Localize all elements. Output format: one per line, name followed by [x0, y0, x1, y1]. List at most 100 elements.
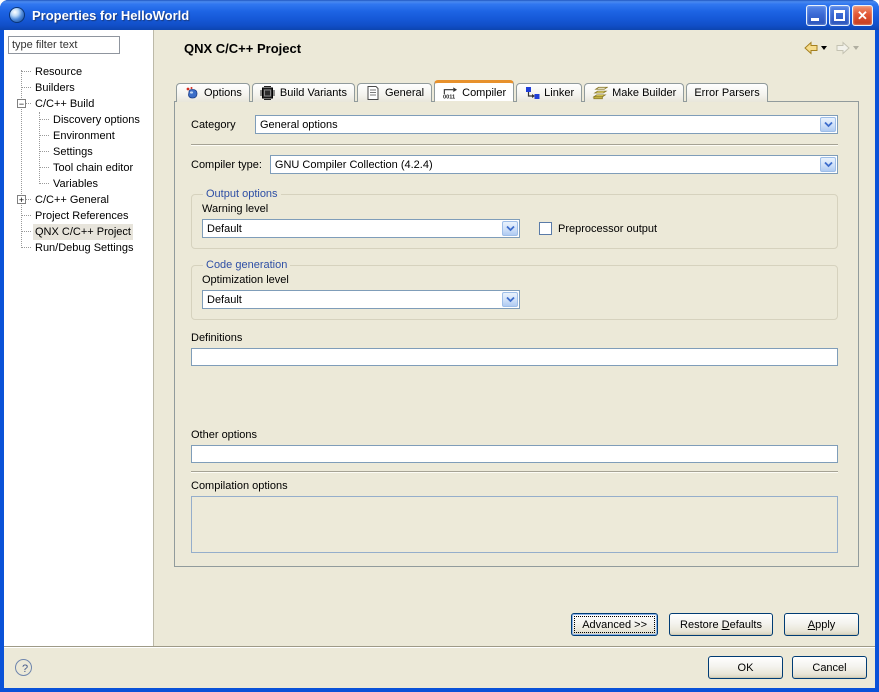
sidebar: Resource Builders C/C++ Build Discovery … [4, 30, 154, 646]
titlebar[interactable]: Properties for HelloWorld ✕ [0, 0, 879, 30]
forward-dropdown-icon[interactable] [853, 46, 859, 50]
tree-item-resource[interactable]: Resource [4, 64, 153, 80]
warning-level-select[interactable]: Default [202, 219, 520, 238]
advanced-button[interactable]: Advanced >> [571, 613, 658, 636]
tab-compiler[interactable]: 0011 Compiler [434, 80, 514, 102]
forward-arrow-icon [835, 40, 851, 56]
compiler-type-label: Compiler type: [191, 159, 262, 171]
tree-item-builders[interactable]: Builders [4, 80, 153, 96]
chip-icon [260, 86, 276, 100]
code-generation-group: Code generation Optimization level Defau… [191, 259, 838, 320]
tree-item-tool-chain-editor[interactable]: Tool chain editor [4, 160, 153, 176]
tab-general[interactable]: General [357, 83, 432, 102]
compiler-type-value: GNU Compiler Collection (4.2.4) [275, 159, 433, 171]
spacer [191, 366, 838, 429]
compiler-tab-panel: Category General options Compiler type: … [174, 101, 859, 567]
compiler-type-select[interactable]: GNU Compiler Collection (4.2.4) [270, 155, 838, 174]
tab-label: Options [204, 87, 242, 99]
maximize-button[interactable] [829, 5, 850, 26]
back-button[interactable] [801, 38, 829, 58]
action-buttons: Advanced >> Restore Defaults Apply [571, 613, 859, 636]
page-title: QNX C/C++ Project [184, 41, 301, 56]
code-generation-legend: Code generation [203, 259, 290, 271]
tab-label: General [385, 87, 424, 99]
tab-label: Linker [544, 87, 574, 99]
forward-button[interactable] [833, 38, 861, 58]
tab-label: Build Variants [280, 87, 347, 99]
tab-linker[interactable]: Linker [516, 83, 582, 102]
minimize-icon [811, 18, 819, 21]
expand-icon[interactable] [17, 195, 26, 204]
close-icon: ✕ [853, 7, 872, 25]
compiler-type-row: Compiler type: GNU Compiler Collection (… [191, 155, 838, 174]
tab-make-builder[interactable]: Make Builder [584, 83, 684, 102]
ok-cancel-group: OK Cancel [708, 656, 867, 679]
category-row: Category General options [191, 115, 838, 134]
maximize-icon [834, 10, 845, 21]
optimization-level-label: Optimization level [202, 274, 827, 286]
compilation-options-label: Compilation options [191, 480, 838, 492]
compilation-options-textarea[interactable] [191, 496, 838, 553]
ok-button[interactable]: OK [708, 656, 783, 679]
tree-item-environment[interactable]: Environment [4, 128, 153, 144]
properties-tree: Resource Builders C/C++ Build Discovery … [4, 64, 153, 256]
binary-icon: 0011 [442, 86, 458, 100]
tree-item-settings[interactable]: Settings [4, 144, 153, 160]
chevron-down-icon[interactable] [502, 292, 518, 307]
apply-button[interactable]: Apply [784, 613, 859, 636]
filter-input[interactable] [8, 36, 120, 54]
tree-item-variables[interactable]: Variables [4, 176, 153, 192]
page-header: QNX C/C++ Project [162, 30, 875, 66]
window-title: Properties for HelloWorld [32, 8, 804, 23]
preprocessor-output-checkbox[interactable] [539, 222, 552, 235]
output-options-legend: Output options [203, 188, 281, 200]
category-select[interactable]: General options [255, 115, 838, 134]
chevron-down-icon[interactable] [820, 157, 836, 172]
tab-bar: Options Build Variants General 00 [176, 80, 770, 102]
tree-item-discovery-options[interactable]: Discovery options [4, 112, 153, 128]
app-orb-icon [9, 7, 25, 23]
other-options-label: Other options [191, 429, 838, 441]
warning-level-value: Default [207, 223, 242, 235]
preprocessor-output-label: Preprocessor output [558, 223, 657, 235]
document-icon [365, 86, 381, 100]
category-label: Category [191, 119, 247, 131]
tab-error-parsers[interactable]: Error Parsers [686, 83, 767, 102]
main-panel: QNX C/C++ Project [162, 30, 875, 646]
warning-level-label: Warning level [202, 203, 827, 215]
tree-item-ccpp-general[interactable]: C/C++ General [4, 192, 153, 208]
optimization-level-select[interactable]: Default [202, 290, 520, 309]
close-button[interactable]: ✕ [852, 5, 873, 26]
tab-label: Error Parsers [694, 87, 759, 99]
tree-item-ccpp-build[interactable]: C/C++ Build [4, 96, 153, 112]
optimization-level-value: Default [207, 294, 242, 306]
back-dropdown-icon[interactable] [821, 46, 827, 50]
tree-item-qnx-ccpp-project[interactable]: QNX C/C++ Project [4, 224, 153, 240]
properties-dialog: Properties for HelloWorld ✕ Resource Bui… [0, 0, 879, 692]
minimize-button[interactable] [806, 5, 827, 26]
layers-icon [592, 86, 608, 100]
tree-item-run-debug-settings[interactable]: Run/Debug Settings [4, 240, 153, 256]
tab-build-variants[interactable]: Build Variants [252, 83, 355, 102]
link-nodes-icon [524, 86, 540, 100]
collapse-icon[interactable] [17, 99, 26, 108]
other-options-input[interactable] [191, 445, 838, 463]
cancel-button[interactable]: Cancel [792, 656, 867, 679]
tree-item-project-references[interactable]: Project References [4, 208, 153, 224]
history-nav [801, 38, 861, 58]
bottom-bar: ? OK Cancel [4, 646, 875, 688]
chevron-down-icon[interactable] [502, 221, 518, 236]
tab-label: Make Builder [612, 87, 676, 99]
category-value: General options [260, 119, 338, 131]
output-options-group: Output options Warning level Default Pre… [191, 188, 838, 249]
help-button[interactable]: ? [15, 659, 32, 676]
definitions-label: Definitions [191, 332, 838, 344]
tab-options[interactable]: Options [176, 83, 250, 102]
chevron-down-icon[interactable] [820, 117, 836, 132]
definitions-input[interactable] [191, 348, 838, 366]
separator [191, 471, 838, 473]
dialog-body: Resource Builders C/C++ Build Discovery … [4, 30, 875, 688]
svg-text:0011: 0011 [443, 94, 455, 99]
back-arrow-icon [803, 40, 819, 56]
restore-defaults-button[interactable]: Restore Defaults [669, 613, 773, 636]
